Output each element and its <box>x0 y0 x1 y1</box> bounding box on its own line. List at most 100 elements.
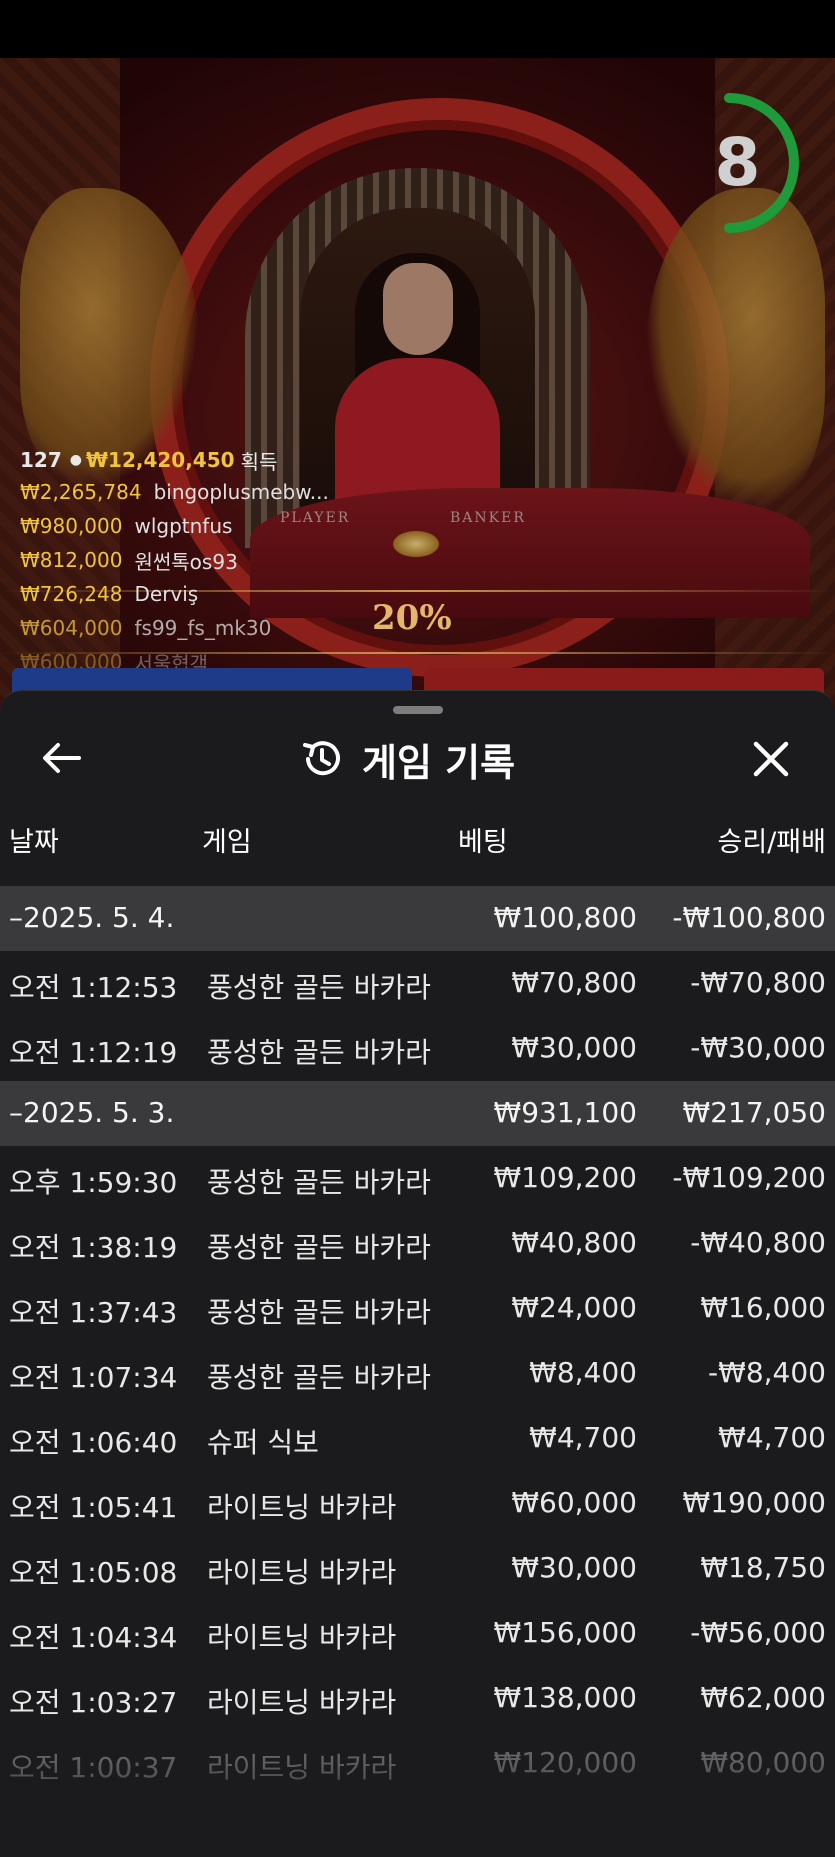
row-bet: ₩4,700 <box>529 1421 637 1454</box>
sheet-title-text: 게임 기록 <box>362 740 516 785</box>
date-group-row[interactable]: –2025. 5. 3. ₩931,100 ₩217,050 <box>0 1081 835 1146</box>
row-result: -₩56,000 <box>690 1616 826 1649</box>
person-icon: ● <box>69 452 82 468</box>
winner-name: Derviş <box>134 582 199 606</box>
winner-name: bingoplusmebw... <box>153 480 329 504</box>
date-group-row[interactable]: –2025. 5. 4. ₩100,800 -₩100,800 <box>0 886 835 951</box>
row-bet: ₩40,800 <box>511 1226 637 1259</box>
row-result: ₩4,700 <box>718 1421 826 1454</box>
column-header-game: 게임 <box>202 827 252 858</box>
arrow-left-icon <box>43 743 81 773</box>
history-row: 오전 1:12:19 풍성한 골든 바카라 ₩30,000 -₩30,000 <box>0 1016 835 1081</box>
column-header-date: 날짜 <box>9 827 59 858</box>
row-time: 오전 1:03:27 <box>9 1686 178 1719</box>
winner-amount: ₩812,000 <box>20 548 123 572</box>
game-history-sheet: 게임 기록 날짜 게임 베팅 승리/패배 –2025. 5. 4. ₩100,80… <box>0 690 835 1857</box>
row-game: 라이트닝 바카라 <box>207 1751 397 1784</box>
row-result: ₩217,050 <box>682 1096 826 1129</box>
row-time: 오전 1:38:19 <box>9 1231 178 1264</box>
row-result: -₩70,800 <box>690 966 826 999</box>
sheet-title: 게임 기록 <box>300 733 515 785</box>
winners-suffix: 획득 <box>240 449 278 474</box>
row-game: 슈퍼 식보 <box>207 1426 319 1459</box>
row-time: 오후 1:59:30 <box>9 1166 178 1199</box>
history-row: 오전 1:12:53 풍성한 골든 바카라 ₩70,800 -₩70,800 <box>0 951 835 1016</box>
row-result: ₩62,000 <box>700 1681 826 1714</box>
history-row: 오전 1:04:34 라이트닝 바카라 ₩156,000 -₩56,000 <box>0 1601 835 1666</box>
history-icon <box>303 741 340 776</box>
row-bet: ₩100,800 <box>493 901 637 934</box>
history-table-body: –2025. 5. 4. ₩100,800 -₩100,800 오전 1:12:53 풍… <box>0 886 835 1796</box>
top-status-bar <box>0 0 835 58</box>
history-row: 오전 1:05:41 라이트닝 바카라 ₩60,000 ₩190,000 <box>0 1471 835 1536</box>
row-game: 풍성한 골든 바카라 <box>207 971 431 1004</box>
history-row: 오전 1:05:08 라이트닝 바카라 ₩30,000 ₩18,750 <box>0 1536 835 1601</box>
history-row: 오전 1:37:43 풍성한 골든 바카라 ₩24,000 ₩16,000 <box>0 1276 835 1341</box>
history-row: 오전 1:07:34 풍성한 골든 바카라 ₩8,400 -₩8,400 <box>0 1341 835 1406</box>
winners-summary: 127 ● ₩12,420,450 획득 <box>20 445 440 475</box>
winner-name: fs99_fs_mk30 <box>134 616 272 640</box>
history-row: 오전 1:06:40 슈퍼 식보 ₩4,700 ₩4,700 <box>0 1406 835 1471</box>
column-header-bet: 베팅 <box>458 827 508 858</box>
winners-total: ₩12,420,450 <box>85 448 235 472</box>
back-button[interactable] <box>36 733 86 783</box>
winner-name: wlgptnfus <box>134 514 233 538</box>
row-time: 오전 1:05:41 <box>9 1491 178 1524</box>
row-bet: ₩120,000 <box>493 1746 637 1779</box>
row-time: 오전 1:37:43 <box>9 1296 178 1329</box>
column-header-result: 승리/패배 <box>717 827 826 858</box>
winner-row: ₩2,265,784 bingoplusmebw... <box>20 475 440 509</box>
row-result: -₩100,800 <box>672 901 826 934</box>
winner-row: ₩604,000 fs99_fs_mk30 <box>20 611 440 645</box>
close-button[interactable] <box>745 733 797 785</box>
winners-list: 127 ● ₩12,420,450 획득 ₩2,265,784 bingoplu… <box>20 445 440 679</box>
winner-row: ₩980,000 wlgptnfus <box>20 509 440 543</box>
row-time: 오전 1:12:19 <box>9 1036 178 1069</box>
history-row: 오후 1:59:30 풍성한 골든 바카라 ₩109,200 -₩109,200 <box>0 1146 835 1211</box>
row-bet: ₩109,200 <box>493 1161 637 1194</box>
row-bet: ₩30,000 <box>511 1031 637 1064</box>
countdown-timer-value: 8 <box>714 124 761 201</box>
winner-amount: ₩726,248 <box>20 582 123 606</box>
row-result: ₩80,000 <box>700 1746 826 1779</box>
history-row: 오전 1:03:27 라이트닝 바카라 ₩138,000 ₩62,000 <box>0 1666 835 1731</box>
row-bet: ₩70,800 <box>511 966 637 999</box>
row-result: -₩40,800 <box>690 1226 826 1259</box>
row-game: 라이트닝 바카라 <box>207 1491 397 1524</box>
winner-amount: ₩2,265,784 <box>20 480 142 504</box>
group-date: –2025. 5. 4. <box>9 901 175 934</box>
row-time: 오전 1:07:34 <box>9 1361 178 1394</box>
row-game: 풍성한 골든 바카라 <box>207 1166 431 1199</box>
row-bet: ₩138,000 <box>493 1681 637 1714</box>
row-game: 라이트닝 바카라 <box>207 1621 397 1654</box>
history-row: 오전 1:00:37 라이트닝 바카라 ₩120,000 ₩80,000 <box>0 1731 835 1796</box>
row-game: 풍성한 골든 바카라 <box>207 1231 431 1264</box>
row-game: 풍성한 골든 바카라 <box>207 1361 431 1394</box>
row-result: -₩8,400 <box>708 1356 826 1389</box>
winner-name: 원썬톡os93 <box>134 549 238 574</box>
winner-row: ₩812,000 원썬톡os93 <box>20 543 440 577</box>
row-bet: ₩156,000 <box>493 1616 637 1649</box>
row-result: ₩190,000 <box>682 1486 826 1519</box>
row-bet: ₩931,100 <box>493 1096 637 1129</box>
close-icon <box>753 741 789 777</box>
group-date: –2025. 5. 3. <box>9 1096 175 1129</box>
row-game: 풍성한 골든 바카라 <box>207 1296 431 1329</box>
row-time: 오전 1:05:08 <box>9 1556 178 1589</box>
row-result: -₩109,200 <box>672 1161 826 1194</box>
row-game: 풍성한 골든 바카라 <box>207 1036 431 1069</box>
live-dealer-video: PLAYER BANKER 20% 8 127 ● ₩12,420,450 획득… <box>0 58 835 708</box>
row-time: 오전 1:04:34 <box>9 1621 178 1654</box>
winner-amount: ₩604,000 <box>20 616 123 640</box>
winner-amount: ₩980,000 <box>20 514 123 538</box>
row-result: ₩18,750 <box>700 1551 826 1584</box>
row-game: 라이트닝 바카라 <box>207 1686 397 1719</box>
winner-row: ₩726,248 Derviş <box>20 577 440 611</box>
row-time: 오전 1:12:53 <box>9 971 178 1004</box>
row-game: 라이트닝 바카라 <box>207 1556 397 1589</box>
row-bet: ₩8,400 <box>529 1356 637 1389</box>
history-table-header: 날짜 게임 베팅 승리/패배 <box>0 806 835 866</box>
row-bet: ₩30,000 <box>511 1551 637 1584</box>
sheet-drag-handle[interactable] <box>393 706 443 714</box>
row-bet: ₩24,000 <box>511 1291 637 1324</box>
